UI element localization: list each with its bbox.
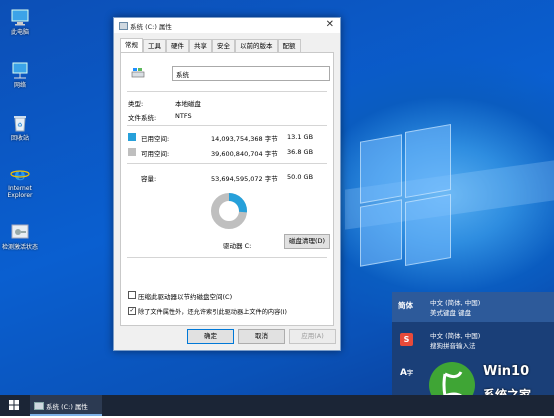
used-space-label: 已用空间: xyxy=(141,135,170,143)
watermark-brand: Win10 xyxy=(483,364,530,379)
taskbar-item-label: 系统 (C:) 属性 xyxy=(46,403,88,411)
svg-text:e: e xyxy=(14,164,25,183)
divider xyxy=(127,257,327,258)
logo-pane xyxy=(360,199,402,267)
desktop-icon-label: Internet Explorer xyxy=(7,185,33,199)
divider xyxy=(127,163,327,164)
capacity-label: 容量: xyxy=(141,175,157,183)
tab-security[interactable]: 安全 xyxy=(212,39,235,52)
ime-keyboard: 美式键盘 键盘 xyxy=(430,309,472,317)
ime-code: 简体 xyxy=(398,301,413,310)
type-value: 本地磁盘 xyxy=(175,100,201,108)
checkmark-icon: ✓ xyxy=(129,307,135,314)
type-label: 类型: xyxy=(128,100,144,108)
drive-name-field[interactable]: 系统 xyxy=(172,66,330,81)
start-button[interactable] xyxy=(0,395,28,416)
drive-properties-window: 系统 (C:) 属性 ✕ 常规 工具 硬件 共享 安全 以前的版本 配额 系统 … xyxy=(113,17,341,351)
ime-option-sogou[interactable]: S 中文 (简体, 中国) 搜狗拼音输入法 xyxy=(392,325,554,355)
ime-option-us-keyboard[interactable]: 简体 中文 (简体, 中国) 美式键盘 键盘 xyxy=(392,292,554,322)
free-space-label: 可用空间: xyxy=(141,150,170,158)
recycle-bin-icon: ♻ xyxy=(10,113,30,133)
capacity-bytes: 53,694,595,072 字节 xyxy=(211,175,278,183)
drive-label: 驱动器 C: xyxy=(223,242,252,250)
ime-language: 中文 (简体, 中国) xyxy=(430,299,481,307)
desktop-icon-recycle-bin[interactable]: ♻ 回收站 xyxy=(2,113,38,142)
hard-drive-icon xyxy=(131,67,145,79)
ime-keyboard: 搜狗拼音输入法 xyxy=(430,342,476,350)
cancel-button[interactable]: 取消 xyxy=(238,329,285,344)
disk-cleanup-button[interactable]: 磁盘清理(D) xyxy=(284,234,330,249)
divider xyxy=(127,91,327,92)
ime-settings-icon[interactable]: A字 xyxy=(400,368,413,378)
desktop-icon-this-pc[interactable]: 此电脑 xyxy=(2,7,38,36)
drive-icon xyxy=(119,22,128,30)
filesystem-label: 文件系统: xyxy=(128,114,157,122)
logo-pane xyxy=(360,134,402,204)
apply-button[interactable]: 应用(A) xyxy=(289,329,336,344)
ie-icon: e xyxy=(10,163,30,185)
compress-checkbox[interactable] xyxy=(128,291,136,299)
tab-hardware[interactable]: 硬件 xyxy=(166,39,189,52)
window-title: 系统 (C:) 属性 xyxy=(130,23,172,31)
computer-icon xyxy=(10,7,30,27)
ime-language: 中文 (简体, 中国) xyxy=(430,332,481,340)
taskbar: 系统 (C:) 属性 xyxy=(0,395,554,416)
used-space-gb: 13.1 GB xyxy=(287,133,314,141)
network-icon xyxy=(10,60,30,80)
capacity-gb: 50.0 GB xyxy=(287,173,314,181)
taskbar-item-properties[interactable]: 系统 (C:) 属性 xyxy=(30,395,102,416)
tab-tools[interactable]: 工具 xyxy=(143,39,166,52)
tab-strip: 常规 工具 硬件 共享 安全 以前的版本 配额 xyxy=(120,38,301,52)
tab-sharing[interactable]: 共享 xyxy=(189,39,212,52)
title-bar[interactable]: 系统 (C:) 属性 ✕ xyxy=(114,18,340,33)
used-space-bytes: 14,093,754,368 字节 xyxy=(211,135,278,143)
sogou-icon: S xyxy=(400,333,413,346)
divider xyxy=(127,125,327,126)
tab-quota[interactable]: 配额 xyxy=(277,39,301,52)
svg-text:♻: ♻ xyxy=(17,122,22,129)
drive-name-value: 系统 xyxy=(176,71,189,79)
free-space-gb: 36.8 GB xyxy=(287,148,314,156)
compress-label: 压缩此驱动器以节约磁盘空间(C) xyxy=(138,293,233,301)
drive-icon xyxy=(34,402,44,410)
desktop-icon-label: 回收站 xyxy=(10,135,29,142)
close-icon[interactable]: ✕ xyxy=(326,19,334,30)
desktop-icon-network[interactable]: 网络 xyxy=(2,60,38,89)
used-space-swatch xyxy=(128,133,136,141)
filesystem-value: NTFS xyxy=(175,112,192,120)
desktop-icon-internet-explorer[interactable]: e Internet Explorer xyxy=(2,163,38,199)
general-tab-panel: 系统 类型: 本地磁盘 文件系统: NTFS 已用空间: 14,093,754,… xyxy=(120,52,334,326)
desktop-icon-label: 网络 xyxy=(13,82,26,89)
free-space-swatch xyxy=(128,148,136,156)
index-label: 除了文件属性外，还允许索引此驱动器上文件的内容(I) xyxy=(138,309,287,316)
desktop-icon-activation[interactable]: 检测激活状态 xyxy=(2,222,38,251)
index-checkbox[interactable]: ✓ xyxy=(128,307,136,315)
ok-button[interactable]: 确定 xyxy=(187,329,234,344)
logo-pane xyxy=(405,193,451,267)
tab-general[interactable]: 常规 xyxy=(120,38,143,52)
desktop-icon-label: 此电脑 xyxy=(10,29,29,36)
tab-previous-versions[interactable]: 以前的版本 xyxy=(235,39,278,52)
disk-usage-donut xyxy=(209,191,249,231)
logo-pane xyxy=(405,123,451,199)
activation-icon xyxy=(10,222,30,242)
windows-logo-icon xyxy=(9,400,19,410)
desktop-icon-label: 检测激活状态 xyxy=(2,244,39,251)
free-space-bytes: 39,600,840,704 字节 xyxy=(211,150,278,158)
